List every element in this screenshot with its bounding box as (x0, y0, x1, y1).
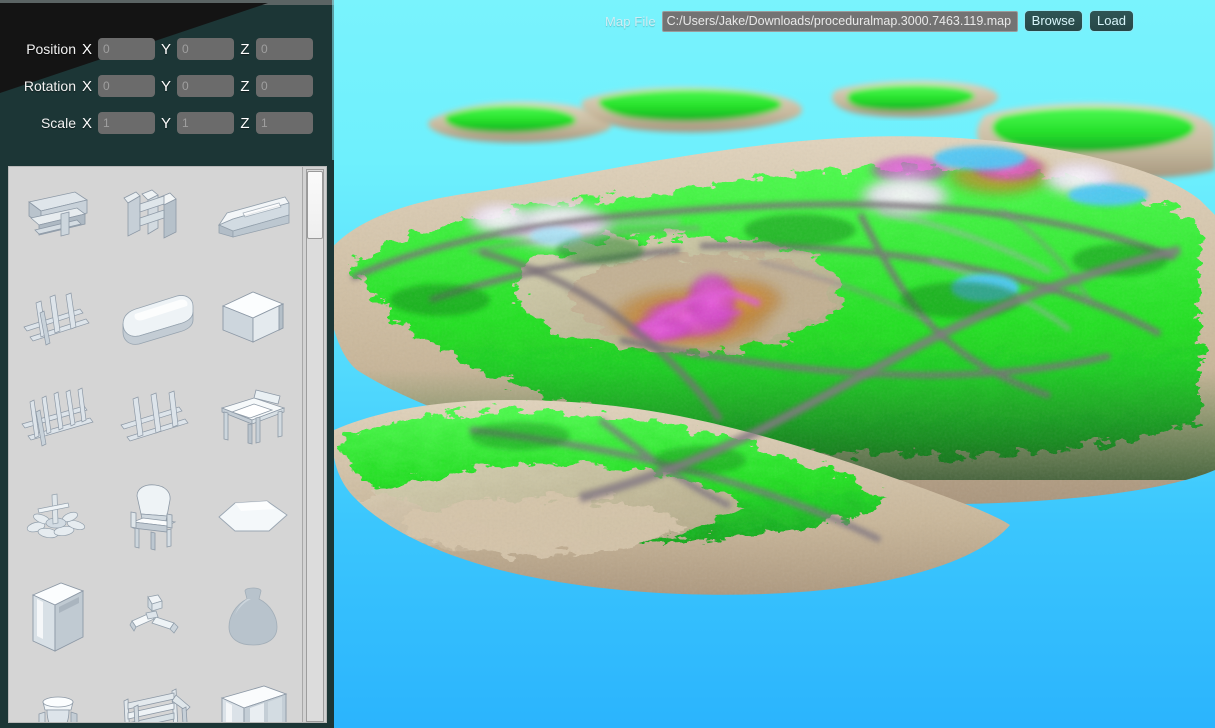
asset-item-furnace-small[interactable] (107, 567, 205, 667)
map-file-bar: Map File C:/Users/Jake/Downloads/procedu… (605, 10, 1134, 32)
spikes-wood-medium-icon (120, 390, 190, 442)
rotation-z-input[interactable] (256, 75, 313, 97)
asset-item-mortar-pestle[interactable] (9, 667, 107, 722)
asset-grid-scrollbar[interactable] (302, 167, 326, 722)
rotation-label: Rotation (23, 78, 76, 94)
locker-cabinet-icon (31, 582, 84, 652)
position-x-input[interactable] (98, 38, 155, 60)
position-y-input[interactable] (177, 38, 234, 60)
wardrobe-icon (220, 685, 288, 722)
asset-item-locker-cabinet[interactable] (9, 567, 107, 667)
position-label: Position (26, 41, 76, 57)
asset-browser (8, 166, 327, 723)
scale-z-axis-label: Z (240, 114, 250, 132)
campfire-icon (26, 493, 85, 539)
browse-button[interactable]: Browse (1023, 10, 1084, 32)
asset-item-spikes-wood-large[interactable] (9, 367, 107, 467)
rotation-x-axis-label: X (81, 77, 92, 95)
asset-item-spikes-wood-small[interactable] (9, 267, 107, 367)
mortar-pestle-icon (38, 696, 78, 722)
asset-item-barricade-concrete[interactable] (204, 167, 302, 267)
asset-scrollbar-track[interactable] (306, 169, 324, 722)
barricade-wood-icon (27, 191, 88, 237)
left-tool-panel: Position X Y Z Rotation X Y Z Scale X (0, 0, 334, 728)
rotation-x-input[interactable] (98, 75, 155, 97)
asset-scrollbar-thumb[interactable] (307, 171, 323, 239)
spikes-wood-small-icon (23, 292, 90, 346)
asset-item-campfire[interactable] (9, 467, 107, 567)
asset-item-crate-box[interactable] (204, 267, 302, 367)
map-file-label: Map File (605, 13, 656, 29)
rotation-z-axis-label: Z (240, 77, 250, 95)
scale-z-input[interactable] (256, 112, 313, 134)
rotation-y-axis-label: Y (160, 77, 171, 95)
sandbag-barricade-icon (123, 295, 194, 345)
position-z-input[interactable] (256, 38, 313, 60)
scale-y-axis-label: Y (160, 114, 171, 132)
asset-item-barricade-wood[interactable] (9, 167, 107, 267)
load-button[interactable]: Load (1089, 10, 1134, 32)
panel-bottom-strip (0, 723, 334, 728)
transform-row-scale: Scale X Y Z (0, 111, 334, 135)
crate-box-icon (222, 291, 285, 343)
sack-bag-icon (228, 587, 278, 646)
transform-row-position: Position X Y Z (0, 37, 334, 61)
rock-boulder-icon (218, 500, 288, 532)
asset-item-rock-boulder[interactable] (204, 467, 302, 567)
asset-item-chair[interactable] (107, 467, 205, 567)
barricade-metal-icon (123, 189, 178, 239)
asset-item-workbench-table[interactable] (204, 367, 302, 467)
furnace-small-icon (130, 594, 179, 634)
scale-x-axis-label: X (81, 114, 92, 132)
rotation-y-input[interactable] (177, 75, 234, 97)
transform-panel: Position X Y Z Rotation X Y Z Scale X (0, 0, 334, 160)
spikes-wood-large-icon (21, 387, 94, 447)
asset-item-spikes-wood-medium[interactable] (107, 367, 205, 467)
map-editor-window: Map File C:/Users/Jake/Downloads/procedu… (0, 0, 1215, 728)
position-z-axis-label: Z (240, 40, 250, 58)
barricade-concrete-icon (218, 196, 290, 238)
map-file-path-input[interactable]: C:/Users/Jake/Downloads/proceduralmap.30… (661, 10, 1018, 32)
position-y-axis-label: Y (160, 40, 171, 58)
asset-grid (9, 167, 302, 722)
asset-item-sandbag-barricade[interactable] (107, 267, 205, 367)
asset-item-sack-bag[interactable] (204, 567, 302, 667)
wood-gate-icon (124, 688, 192, 722)
position-x-axis-label: X (81, 40, 92, 58)
asset-item-wardrobe[interactable] (204, 667, 302, 722)
workbench-table-icon (220, 389, 286, 445)
asset-item-barricade-metal[interactable] (107, 167, 205, 267)
chair-icon (131, 484, 177, 551)
transform-row-rotation: Rotation X Y Z (0, 74, 334, 98)
scale-label: Scale (40, 115, 76, 131)
scale-y-input[interactable] (177, 112, 234, 134)
asset-item-wood-gate[interactable] (107, 667, 205, 722)
scale-x-input[interactable] (98, 112, 155, 134)
